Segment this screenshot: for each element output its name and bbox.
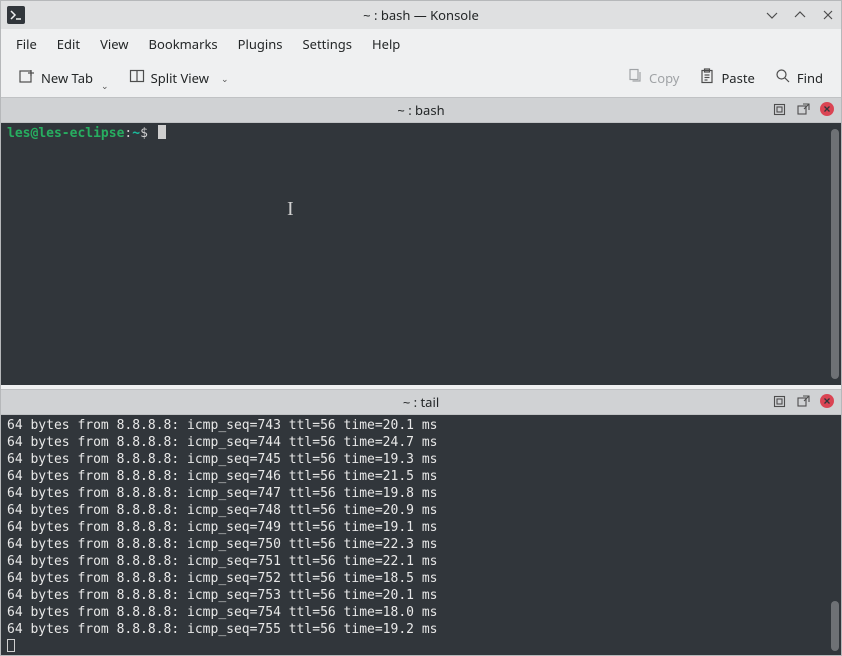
cursor [7, 639, 15, 652]
output-line: 64 bytes from 8.8.8.8: icmp_seq=743 ttl=… [7, 417, 835, 434]
prompt-path: ~ [132, 126, 140, 141]
new-tab-icon [19, 68, 35, 88]
toolbar: New Tab ⌄ Split View ⌄ Copy Paste [1, 59, 841, 97]
paste-icon [699, 68, 715, 88]
output-line: 64 bytes from 8.8.8.8: icmp_seq=754 ttl=… [7, 604, 835, 621]
scrollbar[interactable] [831, 601, 839, 651]
close-icon [820, 102, 834, 116]
pane-close-button[interactable] [819, 101, 835, 117]
output-line: 64 bytes from 8.8.8.8: icmp_seq=753 ttl=… [7, 587, 835, 604]
app-icon [7, 6, 25, 24]
window-title: ~ : bash — Konsole [363, 6, 479, 24]
menu-bookmarks[interactable]: Bookmarks [140, 31, 227, 57]
pane-close-button[interactable] [819, 393, 835, 409]
find-button[interactable]: Find [767, 64, 831, 92]
pane-detach-icon[interactable] [795, 101, 811, 117]
output-line: 64 bytes from 8.8.8.8: icmp_seq=746 ttl=… [7, 468, 835, 485]
paste-button[interactable]: Paste [691, 64, 762, 92]
output-line: 64 bytes from 8.8.8.8: icmp_seq=750 ttl=… [7, 536, 835, 553]
close-button[interactable] [819, 6, 837, 24]
terminal-pane-top[interactable]: les@les-eclipse:~$ I [1, 123, 841, 385]
close-icon [820, 394, 834, 408]
pane-header-bottom[interactable]: ~ : tail [1, 389, 841, 415]
output-line: 64 bytes from 8.8.8.8: icmp_seq=744 ttl=… [7, 434, 835, 451]
pane-maximize-icon[interactable] [771, 393, 787, 409]
menubar: File Edit View Bookmarks Plugins Setting… [1, 29, 841, 59]
output-line: 64 bytes from 8.8.8.8: icmp_seq=747 ttl=… [7, 485, 835, 502]
menu-view[interactable]: View [91, 31, 137, 57]
split-view-label: Split View [151, 69, 209, 87]
terminal-split-container: ~ : bash les@les-eclipse:~$ I [1, 97, 841, 655]
titlebar[interactable]: ~ : bash — Konsole [1, 1, 841, 29]
find-label: Find [797, 69, 823, 87]
pane-title-bottom: ~ : tail [403, 393, 439, 411]
prompt-symbol: $ [140, 126, 148, 141]
minimize-button[interactable] [763, 6, 781, 24]
maximize-button[interactable] [791, 6, 809, 24]
menu-settings[interactable]: Settings [294, 31, 361, 57]
search-icon [775, 68, 791, 88]
menu-plugins[interactable]: Plugins [229, 31, 292, 57]
cursor [158, 125, 166, 139]
copy-label: Copy [649, 69, 679, 87]
terminal-pane-bottom[interactable]: 64 bytes from 8.8.8.8: icmp_seq=743 ttl=… [1, 415, 841, 655]
chevron-down-icon[interactable]: ⌄ [221, 72, 229, 85]
prompt-user: les [7, 126, 30, 141]
output-line: 64 bytes from 8.8.8.8: icmp_seq=755 ttl=… [7, 621, 835, 638]
menu-help[interactable]: Help [363, 31, 409, 57]
prompt-host: les-eclipse [38, 126, 124, 141]
output-line: 64 bytes from 8.8.8.8: icmp_seq=749 ttl=… [7, 519, 835, 536]
pane-title-top: ~ : bash [397, 101, 444, 119]
split-view-button[interactable]: Split View ⌄ [121, 64, 237, 92]
konsole-window: ~ : bash — Konsole File Edit View Bookma… [0, 0, 842, 656]
output-line: 64 bytes from 8.8.8.8: icmp_seq=745 ttl=… [7, 451, 835, 468]
output-line: 64 bytes from 8.8.8.8: icmp_seq=748 ttl=… [7, 502, 835, 519]
pane-maximize-icon[interactable] [771, 101, 787, 117]
pane-detach-icon[interactable] [795, 393, 811, 409]
copy-icon [627, 68, 643, 88]
copy-button: Copy [619, 64, 687, 92]
text-cursor-ibeam: I [287, 201, 294, 218]
menu-file[interactable]: File [7, 31, 46, 57]
pane-header-top[interactable]: ~ : bash [1, 97, 841, 123]
menu-edit[interactable]: Edit [48, 31, 89, 57]
new-tab-button[interactable]: New Tab ⌄ [11, 64, 117, 92]
paste-label: Paste [721, 69, 754, 87]
chevron-down-icon: ⌄ [101, 79, 109, 92]
output-line: 64 bytes from 8.8.8.8: icmp_seq=751 ttl=… [7, 553, 835, 570]
scrollbar[interactable] [831, 129, 839, 379]
split-view-icon [129, 68, 145, 88]
output-line: 64 bytes from 8.8.8.8: icmp_seq=752 ttl=… [7, 570, 835, 587]
new-tab-label: New Tab [41, 69, 93, 87]
